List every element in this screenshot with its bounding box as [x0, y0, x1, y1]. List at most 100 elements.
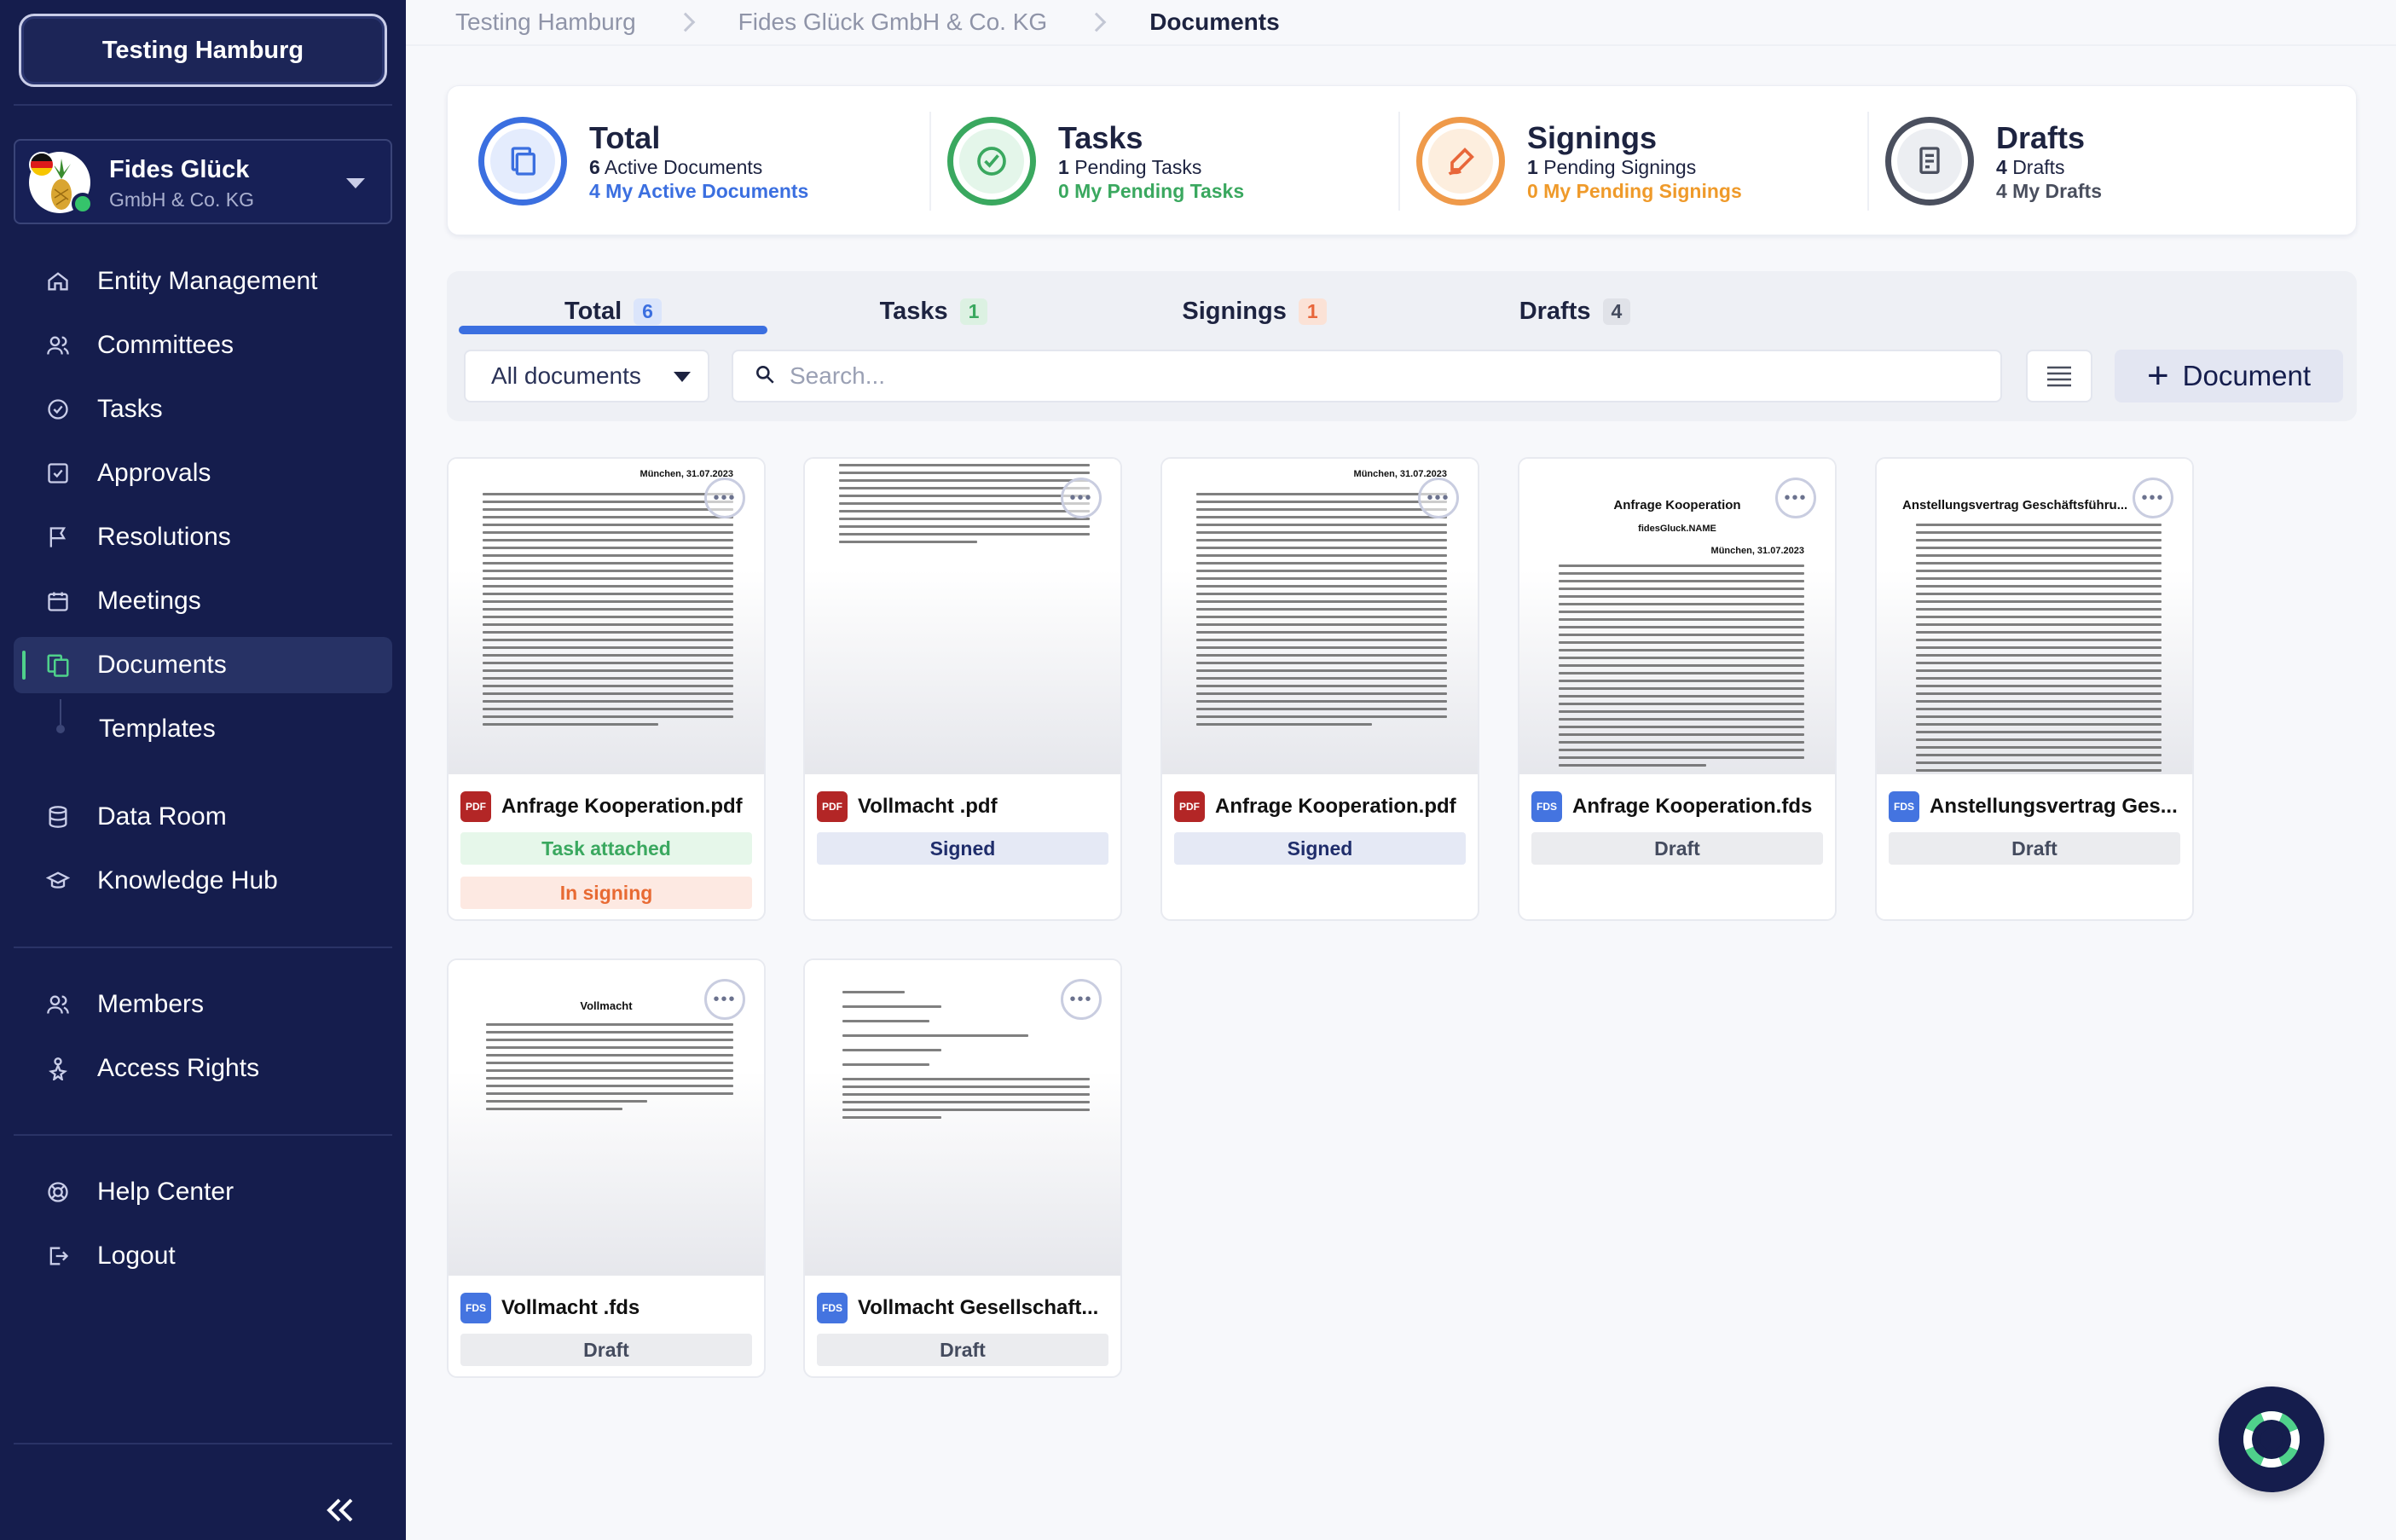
breadcrumb-item[interactable]: Fides Glück GmbH & Co. KG [738, 9, 1048, 36]
nav-label: Access Rights [97, 1054, 260, 1082]
tab-tasks[interactable]: Tasks 1 [779, 290, 1088, 333]
documents-icon [490, 129, 555, 194]
documents-icon [44, 651, 72, 679]
nav-resolutions[interactable]: Resolutions [14, 509, 392, 565]
chevron-down-icon [346, 178, 365, 188]
sidebar: Testing Hamburg Fides Glück GmbH & Co. K… [0, 0, 406, 1540]
nav-label: Templates [99, 715, 216, 743]
preview-text-lines [486, 1023, 733, 1115]
tab-label: Tasks [879, 297, 948, 325]
status-badge-draft: Draft [460, 1334, 752, 1366]
file-name[interactable]: Vollmacht .pdf [858, 795, 998, 819]
document-filter-select[interactable]: All documents [464, 350, 709, 402]
stat-ring [1416, 117, 1505, 206]
document-preview: München, 31.07.2023 ••• [1162, 459, 1478, 774]
file-name[interactable]: Vollmacht Gesellschaft... [858, 1296, 1098, 1320]
file-name[interactable]: Anfrage Kooperation.fds [1572, 795, 1812, 819]
more-options-button[interactable]: ••• [1061, 478, 1102, 518]
nav-templates[interactable]: Templates [14, 701, 392, 757]
document-card[interactable]: Anfrage Kooperation fidesGluck.NAME Münc… [1518, 457, 1837, 921]
document-card[interactable]: München, 31.07.2023 ••• PDF Anfrage Koop… [447, 457, 766, 921]
stat-tasks[interactable]: Tasks 1 Pending Tasks 0 My Pending Tasks [917, 86, 1394, 236]
document-card[interactable]: ••• PDF Vollmacht .pdf Signed [803, 457, 1122, 921]
nav-help-center[interactable]: Help Center [14, 1164, 392, 1220]
file-name[interactable]: Anfrage Kooperation.pdf [1215, 795, 1456, 819]
more-options-button[interactable]: ••• [1775, 478, 1816, 518]
nav-committees[interactable]: Committees [14, 317, 392, 373]
online-status-dot [72, 193, 94, 215]
tab-count-badge: 4 [1602, 298, 1631, 325]
filter-value: All documents [491, 362, 641, 389]
nav-knowledge-hub[interactable]: Knowledge Hub [14, 853, 392, 909]
nav-access-rights[interactable]: Access Rights [14, 1040, 392, 1097]
lifebuoy-icon [44, 1178, 72, 1206]
nav-logout[interactable]: Logout [14, 1228, 392, 1284]
stat-ring [478, 117, 567, 206]
search-field[interactable] [732, 350, 2002, 402]
list-view-button[interactable] [2026, 350, 2092, 402]
more-options-button[interactable]: ••• [704, 979, 745, 1020]
file-name[interactable]: Anfrage Kooperation.pdf [501, 795, 743, 819]
tab-label: Drafts [1519, 297, 1591, 325]
org-switch-button[interactable]: Testing Hamburg [19, 14, 387, 87]
file-row: FDS Vollmacht Gesellschaft... [817, 1293, 1112, 1323]
entity-selector[interactable]: Fides Glück GmbH & Co. KG [14, 139, 392, 224]
fds-file-icon: FDS [1889, 791, 1919, 822]
lifebuoy-icon [2243, 1411, 2300, 1468]
collapse-sidebar-icon[interactable] [324, 1491, 355, 1533]
stat-title: Tasks [1058, 120, 1143, 155]
more-options-button[interactable]: ••• [2133, 478, 2173, 518]
stat-ring [947, 117, 1036, 206]
stat-line2[interactable]: 4 My Active Documents [589, 180, 808, 203]
stat-line2[interactable]: 4 My Drafts [1996, 180, 2102, 203]
pdf-file-icon: PDF [1174, 791, 1205, 822]
stat-total[interactable]: Total 6 Active Documents 4 My Active Doc… [448, 86, 925, 236]
file-name[interactable]: Anstellungsvertrag Ges... [1930, 795, 2178, 819]
active-tab-indicator [459, 326, 767, 334]
home-icon [44, 268, 72, 295]
nav-label: Knowledge Hub [97, 866, 278, 894]
file-row: FDS Anstellungsvertrag Ges... [1889, 791, 2184, 822]
tab-signings[interactable]: Signings 1 [1100, 290, 1409, 333]
nav-approvals[interactable]: Approvals [14, 445, 392, 501]
stat-drafts[interactable]: Drafts 4 Drafts 4 My Drafts [1855, 86, 2332, 236]
users-icon [44, 332, 72, 359]
stat-line2[interactable]: 0 My Pending Tasks [1058, 180, 1244, 203]
preview-text-lines [842, 991, 1090, 1124]
document-card[interactable]: Anstellungsvertrag Geschäftsführu... •••… [1875, 457, 2194, 921]
nav-meetings[interactable]: Meetings [14, 573, 392, 629]
nav-label: Resolutions [97, 523, 231, 551]
draft-document-icon [1897, 129, 1962, 194]
tab-count-badge: 1 [1298, 298, 1327, 325]
search-input[interactable] [790, 362, 1966, 390]
nav-data-room[interactable]: Data Room [14, 789, 392, 845]
tab-label: Signings [1182, 297, 1287, 325]
document-card[interactable]: Vollmacht ••• FDS Vollmacht .fds Draft [447, 958, 766, 1378]
more-options-button[interactable]: ••• [1418, 478, 1459, 518]
nav-entity-management[interactable]: Entity Management [14, 253, 392, 310]
nav-documents[interactable]: Documents [14, 637, 392, 693]
more-options-button[interactable]: ••• [1061, 979, 1102, 1020]
breadcrumb-item[interactable]: Testing Hamburg [455, 9, 636, 36]
avatar [29, 152, 94, 215]
more-options-button[interactable]: ••• [704, 478, 745, 518]
tab-drafts[interactable]: Drafts 4 [1421, 290, 1729, 333]
document-preview: Vollmacht ••• [449, 960, 764, 1276]
document-card[interactable]: ••• FDS Vollmacht Gesellschaft... Draft [803, 958, 1122, 1378]
users-icon [44, 991, 72, 1018]
nav-label: Members [97, 990, 205, 1018]
status-badge-signed: Signed [817, 832, 1108, 865]
file-row: FDS Anfrage Kooperation.fds [1531, 791, 1826, 822]
tab-count-badge: 6 [634, 298, 662, 325]
fds-file-icon: FDS [817, 1293, 848, 1323]
nav-members[interactable]: Members [14, 976, 392, 1033]
file-name[interactable]: Vollmacht .fds [501, 1296, 640, 1320]
stat-signings[interactable]: Signings 1 Pending Signings 0 My Pending… [1386, 86, 1863, 236]
document-card[interactable]: München, 31.07.2023 ••• PDF Anfrage Koop… [1160, 457, 1479, 921]
entity-subtitle: GmbH & Co. KG [109, 188, 254, 211]
nav-tasks[interactable]: Tasks [14, 381, 392, 437]
stat-line2[interactable]: 0 My Pending Signings [1527, 180, 1742, 203]
add-document-button[interactable]: + Document [2115, 350, 2343, 402]
help-chat-button[interactable] [2219, 1387, 2324, 1492]
document-preview: Anfrage Kooperation fidesGluck.NAME Münc… [1519, 459, 1835, 774]
